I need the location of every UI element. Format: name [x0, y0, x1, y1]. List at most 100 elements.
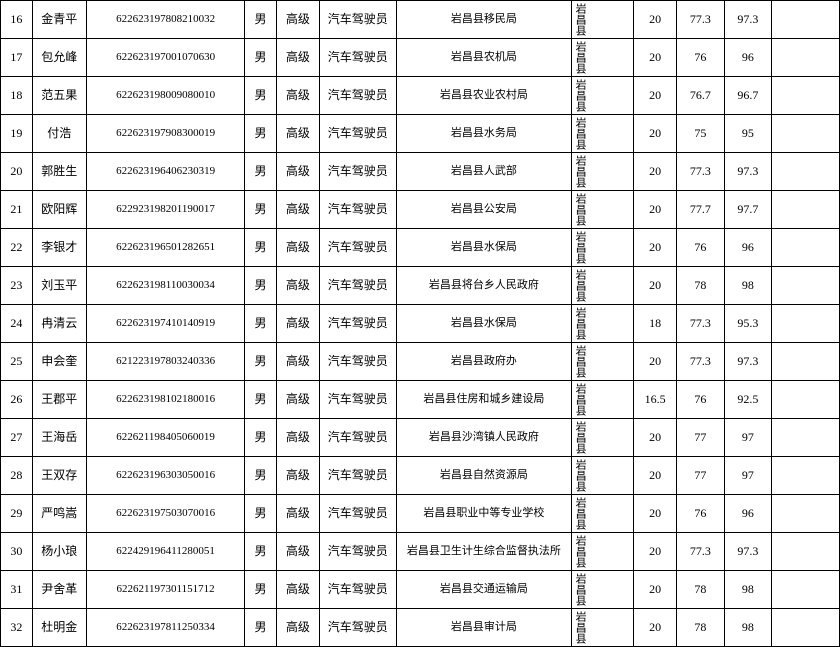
cell-remark [772, 457, 840, 495]
cell-score2: 76 [677, 381, 724, 419]
cell-level: 高级 [276, 609, 319, 647]
cell-type: 汽车驾驶员 [319, 191, 396, 229]
cell-id: 622429196411280051 [86, 533, 244, 571]
cell-remark [772, 305, 840, 343]
cell-score1: 20 [634, 229, 677, 267]
cell-name: 王郡平 [32, 381, 86, 419]
cell-gender: 男 [245, 229, 277, 267]
cell-score1: 18 [634, 305, 677, 343]
cell-level: 高级 [276, 77, 319, 115]
cell-remark [772, 267, 840, 305]
cell-id: 622623196303050016 [86, 457, 244, 495]
cell-level: 高级 [276, 381, 319, 419]
cell-name: 范五果 [32, 77, 86, 115]
cell-score1: 20 [634, 1, 677, 39]
cell-level: 高级 [276, 533, 319, 571]
cell-type: 汽车驾驶员 [319, 609, 396, 647]
cell-cert: 岩昌县 [571, 495, 633, 533]
cell-type: 汽车驾驶员 [319, 457, 396, 495]
cell-id: 622623196406230319 [86, 153, 244, 191]
table-row: 25 申会奎 621223197803240336 男 高级 汽车驾驶员 岩昌县… [1, 343, 840, 381]
cell-type: 汽车驾驶员 [319, 115, 396, 153]
cell-type: 汽车驾驶员 [319, 305, 396, 343]
table-row: 23 刘玉平 622623198110030034 男 高级 汽车驾驶员 岩昌县… [1, 267, 840, 305]
cell-cert: 岩昌县 [571, 1, 633, 39]
cell-score3: 98 [724, 571, 771, 609]
cell-gender: 男 [245, 39, 277, 77]
cell-score3: 96.7 [724, 77, 771, 115]
cell-level: 高级 [276, 115, 319, 153]
cell-id: 622623198009080010 [86, 77, 244, 115]
cell-level: 高级 [276, 39, 319, 77]
cell-gender: 男 [245, 153, 277, 191]
cell-remark [772, 115, 840, 153]
cell-level: 高级 [276, 153, 319, 191]
cell-level: 高级 [276, 419, 319, 457]
cell-name: 王海岳 [32, 419, 86, 457]
cell-gender: 男 [245, 609, 277, 647]
cell-cert: 岩昌县 [571, 229, 633, 267]
cell-id: 622623196501282651 [86, 229, 244, 267]
cell-id: 621223197803240336 [86, 343, 244, 381]
cell-num: 24 [1, 305, 33, 343]
cell-cert: 岩昌县 [571, 77, 633, 115]
cell-score3: 95.3 [724, 305, 771, 343]
cell-score2: 77 [677, 419, 724, 457]
cell-type: 汽车驾驶员 [319, 495, 396, 533]
cell-remark [772, 191, 840, 229]
table-row: 28 王双存 622623196303050016 男 高级 汽车驾驶员 岩昌县… [1, 457, 840, 495]
cell-score1: 20 [634, 39, 677, 77]
cell-score2: 77.3 [677, 533, 724, 571]
cell-id: 622623198102180016 [86, 381, 244, 419]
cell-level: 高级 [276, 571, 319, 609]
cell-score1: 20 [634, 419, 677, 457]
cell-type: 汽车驾驶员 [319, 39, 396, 77]
cell-score2: 77.3 [677, 153, 724, 191]
cell-gender: 男 [245, 419, 277, 457]
cell-gender: 男 [245, 571, 277, 609]
cell-score2: 78 [677, 571, 724, 609]
cell-cert: 岩昌县 [571, 609, 633, 647]
cell-name: 包允峰 [32, 39, 86, 77]
table-row: 16 金青平 622623197808210032 男 高级 汽车驾驶员 岩昌县… [1, 1, 840, 39]
cell-score3: 92.5 [724, 381, 771, 419]
cell-score2: 75 [677, 115, 724, 153]
cell-num: 20 [1, 153, 33, 191]
cell-score3: 97.7 [724, 191, 771, 229]
cell-score1: 20 [634, 343, 677, 381]
cell-gender: 男 [245, 457, 277, 495]
cell-unit: 岩昌县移民局 [396, 1, 571, 39]
cell-id: 622623198110030034 [86, 267, 244, 305]
cell-name: 杨小琅 [32, 533, 86, 571]
cell-cert: 岩昌县 [571, 419, 633, 457]
cell-score2: 77.3 [677, 343, 724, 381]
cell-gender: 男 [245, 77, 277, 115]
cell-gender: 男 [245, 115, 277, 153]
cell-type: 汽车驾驶员 [319, 381, 396, 419]
cell-score2: 76 [677, 229, 724, 267]
table-row: 31 尹舍革 622621197301151712 男 高级 汽车驾驶员 岩昌县… [1, 571, 840, 609]
cell-gender: 男 [245, 495, 277, 533]
cell-score3: 96 [724, 39, 771, 77]
cell-num: 28 [1, 457, 33, 495]
cell-id: 622623197811250334 [86, 609, 244, 647]
cell-gender: 男 [245, 1, 277, 39]
cell-name: 刘玉平 [32, 267, 86, 305]
cell-score3: 98 [724, 267, 771, 305]
cell-score2: 76 [677, 39, 724, 77]
cell-unit: 岩昌县卫生计生综合监督执法所 [396, 533, 571, 571]
cell-unit: 岩昌县沙湾镇人民政府 [396, 419, 571, 457]
cell-name: 付浩 [32, 115, 86, 153]
cell-score3: 97.3 [724, 153, 771, 191]
cell-score1: 20 [634, 77, 677, 115]
cell-num: 16 [1, 1, 33, 39]
cell-id: 622623197908300019 [86, 115, 244, 153]
cell-score3: 97 [724, 457, 771, 495]
cell-id: 622623197001070630 [86, 39, 244, 77]
cell-num: 17 [1, 39, 33, 77]
cell-num: 18 [1, 77, 33, 115]
cell-remark [772, 419, 840, 457]
cell-gender: 男 [245, 381, 277, 419]
cell-level: 高级 [276, 229, 319, 267]
cell-id: 622623197410140919 [86, 305, 244, 343]
